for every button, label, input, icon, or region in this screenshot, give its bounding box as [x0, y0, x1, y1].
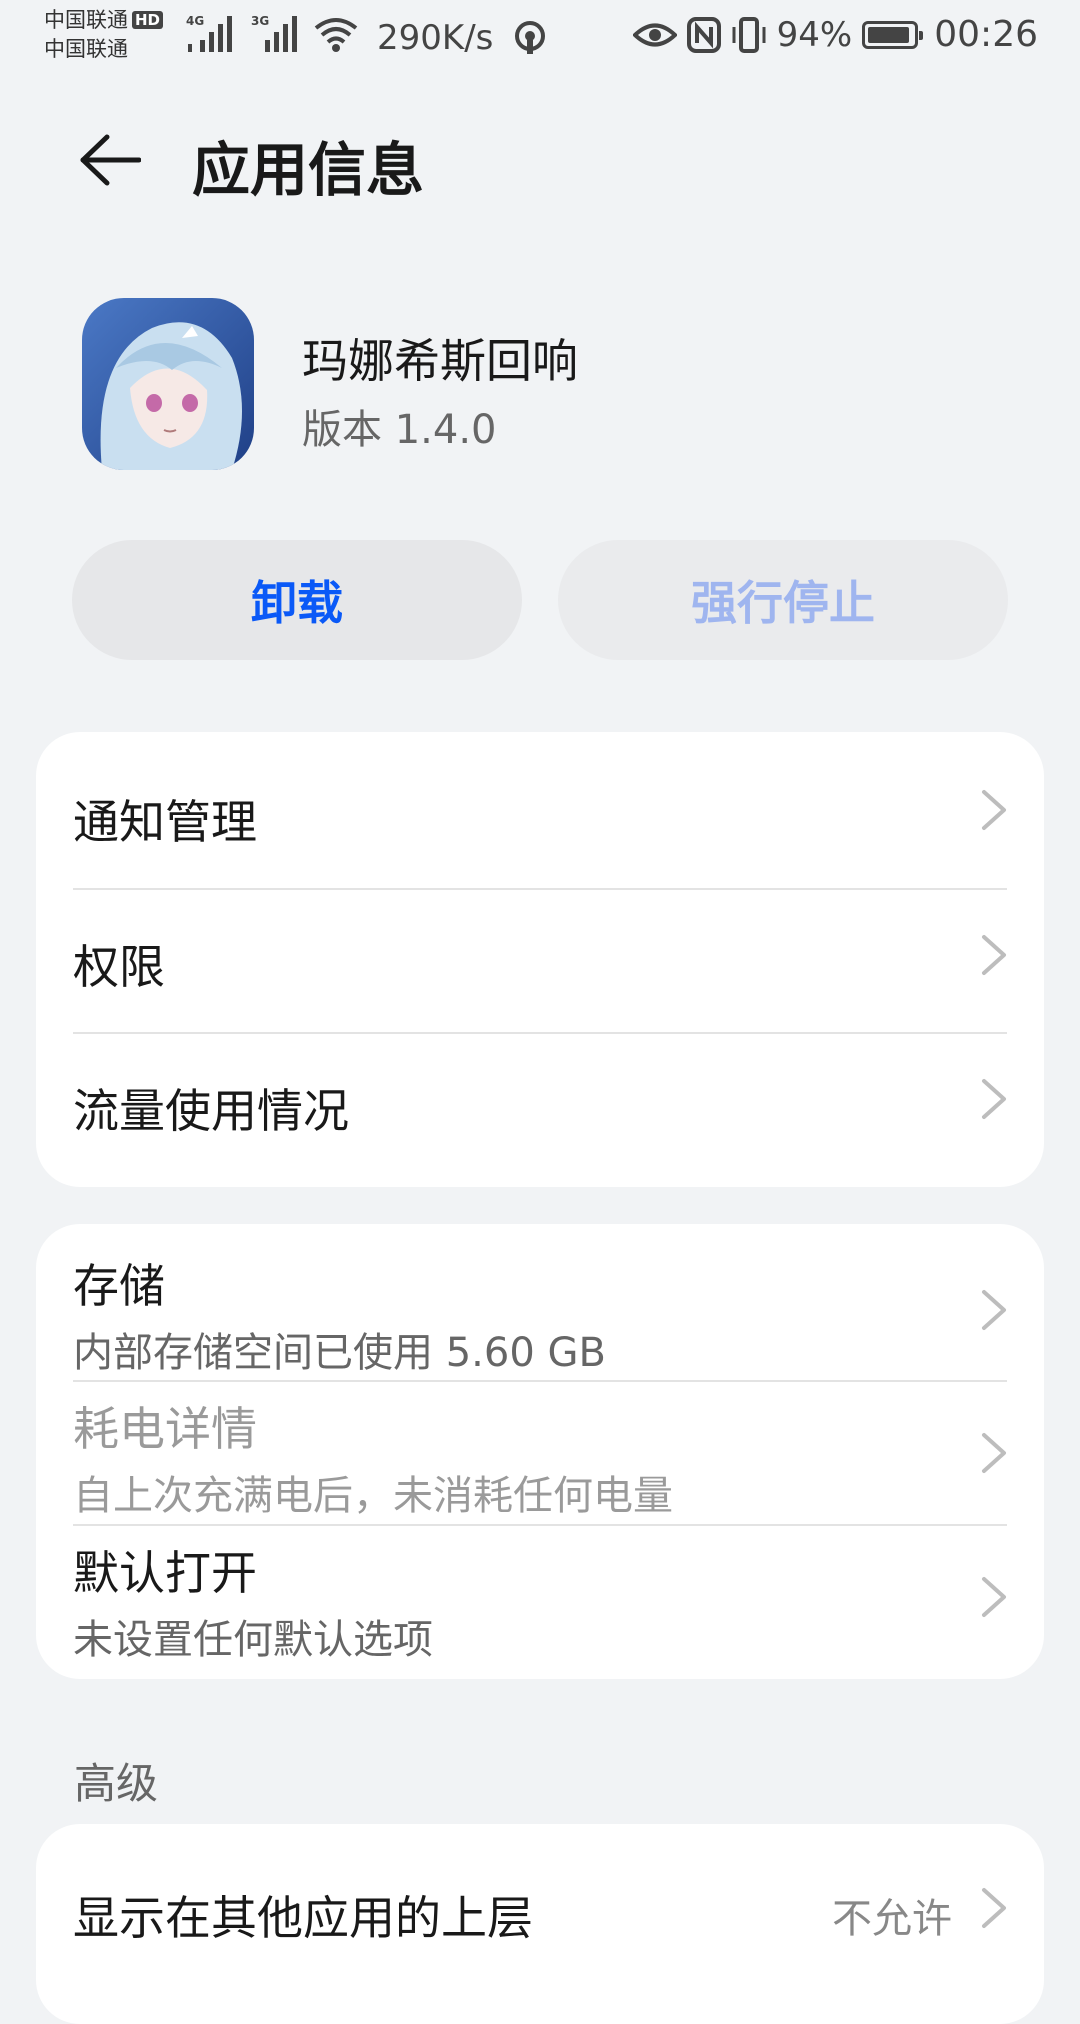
page-title: 应用信息: [192, 136, 425, 204]
carrier-info: 中国联通 HD 中国联通: [44, 6, 164, 64]
app-version: 版本 1.4.0: [302, 407, 497, 453]
battery-level-fill: [868, 26, 910, 43]
item-title: 耗电详情: [73, 1402, 257, 1456]
chevron-right-icon: [982, 1079, 1006, 1119]
permissions-item[interactable]: 权限: [36, 889, 1044, 1033]
uninstall-button[interactable]: 卸载: [72, 540, 522, 660]
eye-icon: [632, 23, 677, 46]
app-settings-card: 通知管理 权限 流量使用情况: [36, 732, 1044, 1187]
data-usage-item[interactable]: 流量使用情况: [36, 1033, 1044, 1187]
storage-item[interactable]: 存储 内部存储空间已使用 5.60 GB: [36, 1224, 1044, 1380]
signal-icon: [188, 16, 232, 52]
back-button[interactable]: [70, 120, 150, 200]
item-subtitle: 未设置任何默认选项: [73, 1617, 433, 1663]
battery-icon: [862, 20, 924, 49]
hd-icon: HD: [132, 11, 164, 29]
battery-usage-item[interactable]: 耗电详情 自上次充满电后，未消耗任何电量: [36, 1381, 1044, 1524]
vibrate-icon: [732, 16, 766, 53]
battery-percent: 94%: [776, 14, 853, 55]
chevron-right-icon: [982, 935, 1006, 975]
status-bar: 中国联通 HD 中国联通 4G 3G 290K/s 94% 00:26: [0, 0, 1080, 76]
item-title: 存储: [73, 1259, 165, 1313]
chevron-right-icon: [982, 1888, 1006, 1928]
open-by-default-item[interactable]: 默认打开 未设置任何默认选项: [36, 1525, 1044, 1679]
notification-management-item[interactable]: 通知管理: [36, 732, 1044, 888]
chevron-right-icon: [982, 1433, 1006, 1473]
clock: 00:26: [934, 14, 1038, 55]
signal-icon: [265, 16, 297, 52]
advanced-card: 显示在其他应用的上层 不允许: [36, 1824, 1044, 2024]
chevron-right-icon: [982, 1290, 1006, 1330]
item-title: 权限: [73, 940, 165, 994]
item-subtitle: 自上次充满电后，未消耗任何电量: [73, 1473, 673, 1519]
section-label-advanced: 高级: [74, 1759, 159, 1808]
item-title: 流量使用情况: [73, 1084, 349, 1138]
item-title: 通知管理: [73, 795, 257, 849]
nfc-icon: [686, 16, 721, 53]
display-over-other-apps-item[interactable]: 显示在其他应用的上层 不允许: [36, 1824, 1044, 1980]
carrier-2: 中国联通: [44, 37, 128, 61]
hotspot-icon: [515, 21, 545, 54]
app-details-card: 存储 内部存储空间已使用 5.60 GB 耗电详情 自上次充满电后，未消耗任何电…: [36, 1224, 1044, 1679]
item-value: 不允许: [832, 1896, 952, 1942]
chevron-right-icon: [982, 1577, 1006, 1617]
network-speed: 290K/s: [377, 18, 494, 58]
wifi-icon: [314, 18, 358, 52]
status-right: 94% 00:26: [632, 14, 1038, 55]
item-subtitle: 内部存储空间已使用 5.60 GB: [73, 1330, 606, 1376]
force-stop-button[interactable]: 强行停止: [558, 540, 1008, 660]
app-name: 玛娜希斯回响: [302, 334, 578, 388]
back-arrow-icon: [80, 134, 141, 186]
item-title: 显示在其他应用的上层: [73, 1891, 533, 1945]
carrier-1: 中国联通: [44, 8, 128, 32]
app-icon: [82, 298, 254, 470]
chevron-right-icon: [982, 790, 1006, 830]
item-title: 默认打开: [73, 1546, 257, 1600]
